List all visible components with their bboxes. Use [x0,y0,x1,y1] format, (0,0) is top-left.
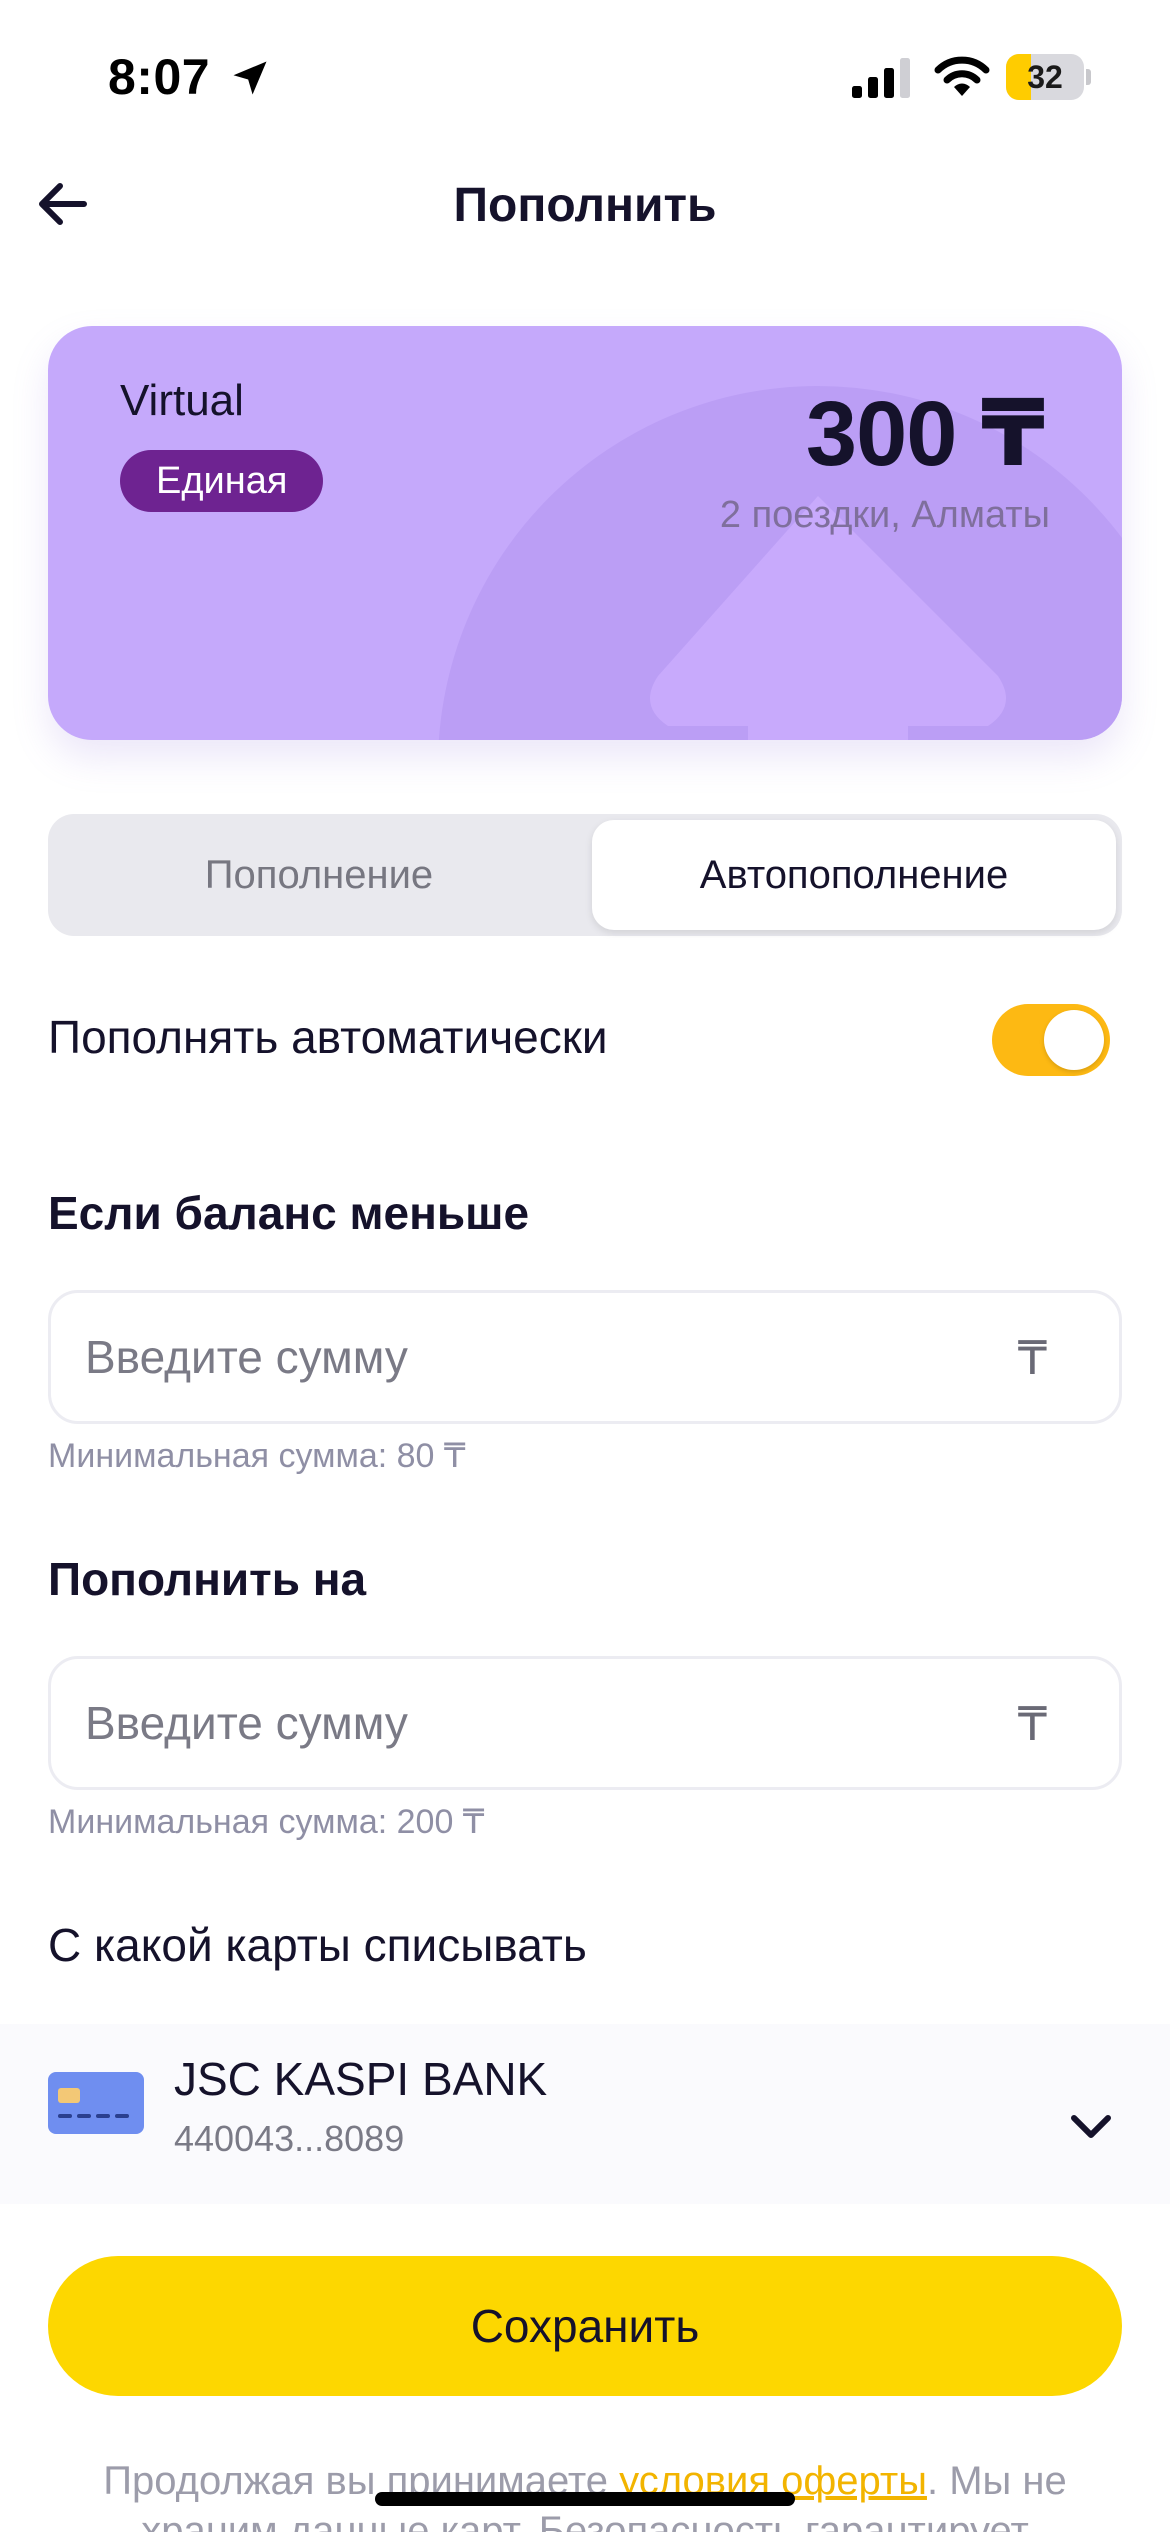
auto-topup-toggle[interactable] [992,1004,1110,1076]
save-button[interactable]: Сохранить [48,2256,1122,2396]
bank-card-icon [48,2072,144,2134]
topup-amount-field[interactable]: ₸ [48,1656,1122,1790]
status-bar: 8:07 32 [0,0,1170,150]
chevron-down-icon[interactable] [1066,2106,1116,2146]
tab-topup[interactable]: Пополнение [54,820,584,930]
threshold-input[interactable] [85,1293,985,1421]
signal-icon [852,58,910,98]
battery-icon: 32 [1006,54,1091,100]
tenge-icon: ₸ [1017,1698,1047,1750]
home-indicator [375,2492,795,2506]
transport-card[interactable]: Virtual Единая 300 ₸ 2 поездки, Алматы [48,326,1122,740]
card-balance: 300 ₸ [805,383,1045,485]
payment-card-number: 440043...8089 [174,2118,405,2159]
card-badge: Единая [120,450,324,512]
page-title: Пополнить [453,179,717,232]
location-arrow-icon [233,61,267,95]
payment-card-select[interactable]: JSC KASPI BANK 440043...8089 [0,2024,1170,2204]
tab-auto-topup[interactable]: Автопополнение [592,820,1116,930]
wifi-icon [934,56,990,96]
toggle-knob [1044,1010,1104,1070]
payment-bank-name: JSC KASPI BANK [174,2053,548,2105]
topup-mode-tabs: Пополнение Автопополнение [48,814,1122,936]
tenge-icon: ₸ [1017,1332,1047,1384]
topup-amount-title: Пополнить на [48,1553,367,1605]
battery-level: 32 [1027,59,1063,95]
threshold-title: Если баланс меньше [48,1187,530,1239]
threshold-field[interactable]: ₸ [48,1290,1122,1424]
status-time: 8:07 [108,49,211,105]
threshold-hint: Минимальная сумма: 80 ₸ [48,1437,466,1475]
payment-title: С какой карты списывать [48,1919,587,1971]
topup-amount-hint: Минимальная сумма: 200 ₸ [48,1803,485,1841]
topup-amount-input[interactable] [85,1659,985,1787]
card-type: Virtual [120,376,244,425]
auto-topup-label: Пополнять автоматически [48,1011,608,1063]
card-subtitle: 2 поездки, Алматы [719,494,1050,536]
